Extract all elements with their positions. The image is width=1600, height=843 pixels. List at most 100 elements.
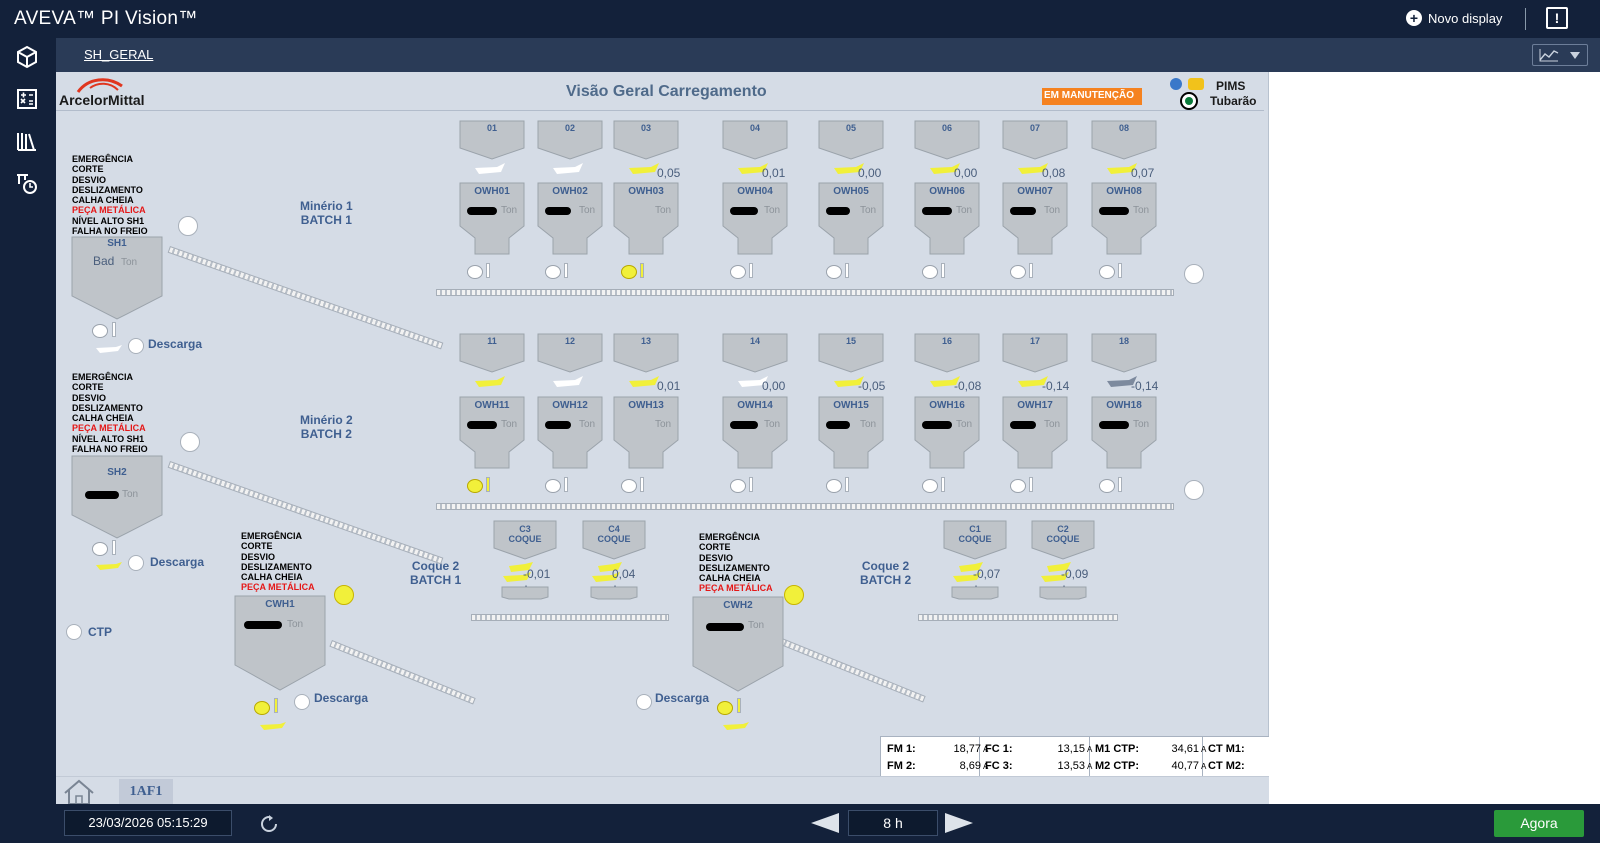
summary-unit: A — [1201, 745, 1207, 754]
display-name-link[interactable]: SH_GERAL — [84, 47, 153, 62]
conveyor-motor-1-end[interactable] — [1184, 264, 1204, 284]
bin-feeder[interactable] — [621, 265, 637, 279]
calculator-icon[interactable] — [14, 86, 40, 112]
hopper-label: SH1 — [107, 238, 127, 249]
sh1-flow-arrow — [96, 345, 122, 353]
weight-unit: Ton — [579, 419, 596, 430]
app-header: AVEVA™ PI Vision™ + Novo display ! — [0, 0, 1600, 38]
conveyor-motor-coque-2[interactable] — [784, 585, 804, 605]
bin-feeder[interactable] — [826, 479, 842, 493]
redaction-mark — [1010, 207, 1036, 215]
redaction-mark — [85, 491, 119, 499]
redaction-mark — [730, 207, 758, 215]
hopper-cwh1[interactable]: CWH1 Ton — [234, 595, 326, 696]
library-icon[interactable] — [14, 128, 40, 154]
bin-feeder[interactable] — [1099, 265, 1115, 279]
time-bar: 23/03/2026 05:15:29 8 h Agora — [56, 804, 1600, 843]
display-toolbar: SH_GERAL — [56, 38, 1600, 72]
batch-name: Minério 1 — [300, 199, 353, 213]
owh-label: OWH01 — [474, 186, 510, 197]
cube-icon[interactable] — [14, 44, 40, 70]
sh2-feeder[interactable] — [92, 542, 108, 556]
bin-tag: 02 — [564, 123, 575, 133]
alarm-item: CORTE — [699, 542, 731, 553]
sh1-descarga-label: Descarga — [148, 337, 203, 351]
owh-label: OWH13 — [628, 400, 664, 411]
alert-icon[interactable]: ! — [1546, 7, 1568, 29]
cwh2-feeder[interactable] — [717, 701, 733, 715]
cwh1-valve — [274, 698, 278, 713]
page-title: Visão Geral Carregamento — [566, 83, 767, 100]
ctp-indicator[interactable] — [66, 624, 82, 640]
hopper-sh1[interactable]: SH1 Bad Ton — [71, 236, 163, 325]
bin-feeder[interactable] — [1010, 479, 1026, 493]
bin-feeder[interactable] — [545, 265, 561, 279]
start-time-field[interactable]: 23/03/2026 05:15:29 — [64, 810, 232, 836]
bin-feeder[interactable] — [922, 265, 938, 279]
bin-feeder[interactable] — [467, 265, 483, 279]
bin-tag: 04 — [749, 123, 760, 133]
coke-bin-tag: C2 — [1057, 524, 1069, 534]
bin-feeder[interactable] — [730, 479, 746, 493]
sh2-descarga-indicator[interactable] — [128, 555, 144, 571]
alarm-item: EMERGÊNCIA — [699, 532, 761, 542]
site-label: Tubarão — [1210, 94, 1257, 108]
bin-feeder[interactable] — [1099, 479, 1115, 493]
bin-feeder[interactable] — [621, 479, 637, 493]
owh-label: OWH17 — [1017, 400, 1053, 411]
new-display-button[interactable]: + Novo display — [1406, 10, 1502, 26]
duration-field[interactable]: 8 h — [848, 810, 938, 836]
forward-arrow-icon[interactable] — [944, 812, 974, 834]
display-footer: 1AF1 — [56, 776, 1269, 805]
cwh2-descarga-indicator[interactable] — [636, 694, 652, 710]
conveyor-belt-coque-incline-2 — [779, 638, 926, 703]
conveyor-motor-2[interactable] — [180, 432, 200, 452]
summary-key: CT M2: — [1208, 760, 1245, 773]
hopper-sh2[interactable]: SH2 Ton — [71, 455, 163, 544]
conveyor-motor-1[interactable] — [178, 216, 198, 236]
plus-icon: + — [1406, 10, 1422, 26]
owh-label: OWH04 — [737, 186, 773, 197]
bin-feeder[interactable] — [467, 479, 483, 493]
bin-valve — [845, 263, 849, 278]
event-clock-icon[interactable] — [14, 170, 40, 196]
hopper-cwh2[interactable]: CWH2 Ton — [692, 596, 784, 697]
cwh1-feeder[interactable] — [254, 701, 270, 715]
bin-feeder[interactable] — [730, 265, 746, 279]
conveyor-motor-coque-1[interactable] — [334, 585, 354, 605]
sh1-feeder[interactable] — [92, 324, 108, 338]
back-arrow-icon[interactable] — [810, 812, 840, 834]
redaction-mark — [467, 421, 497, 429]
bin-feeder[interactable] — [826, 265, 842, 279]
home-icon[interactable] — [62, 779, 96, 805]
owh-label: OWH07 — [1017, 186, 1053, 197]
alarm-item: DESVIO — [72, 174, 107, 185]
bin-feeder[interactable] — [545, 479, 561, 493]
conveyor-motor-2-end[interactable] — [1184, 480, 1204, 500]
coke-bin-tag: C4 — [608, 524, 620, 534]
bin-valve — [941, 263, 945, 278]
bin-feeder[interactable] — [922, 479, 938, 493]
flow-arrow — [553, 163, 583, 174]
sh1-descarga-indicator[interactable] — [128, 338, 144, 354]
bin-tag: 11 — [487, 336, 497, 346]
alarm-item: FALHA NO FREIO — [72, 226, 148, 237]
weight-unit: Ton — [655, 205, 672, 216]
refresh-icon[interactable] — [260, 815, 278, 833]
tab-1af1[interactable]: 1AF1 — [119, 779, 173, 804]
cwh1-descarga-indicator[interactable] — [294, 694, 310, 710]
redaction-mark — [706, 623, 744, 631]
owh-label: OWH03 — [628, 186, 664, 197]
now-button[interactable]: Agora — [1494, 810, 1584, 837]
summary-unit: A — [1087, 762, 1093, 772]
bin-tag: 12 — [564, 336, 575, 346]
redaction-mark — [1099, 421, 1129, 429]
bin-tag: 07 — [1029, 123, 1040, 133]
trend-button[interactable] — [1532, 44, 1588, 66]
side-nav — [0, 38, 56, 843]
redaction-mark — [545, 207, 571, 215]
bin-feeder[interactable] — [1010, 265, 1026, 279]
hopper-value: Bad — [93, 254, 115, 268]
redaction-mark — [545, 421, 571, 429]
summary-unit: A — [1201, 762, 1207, 772]
